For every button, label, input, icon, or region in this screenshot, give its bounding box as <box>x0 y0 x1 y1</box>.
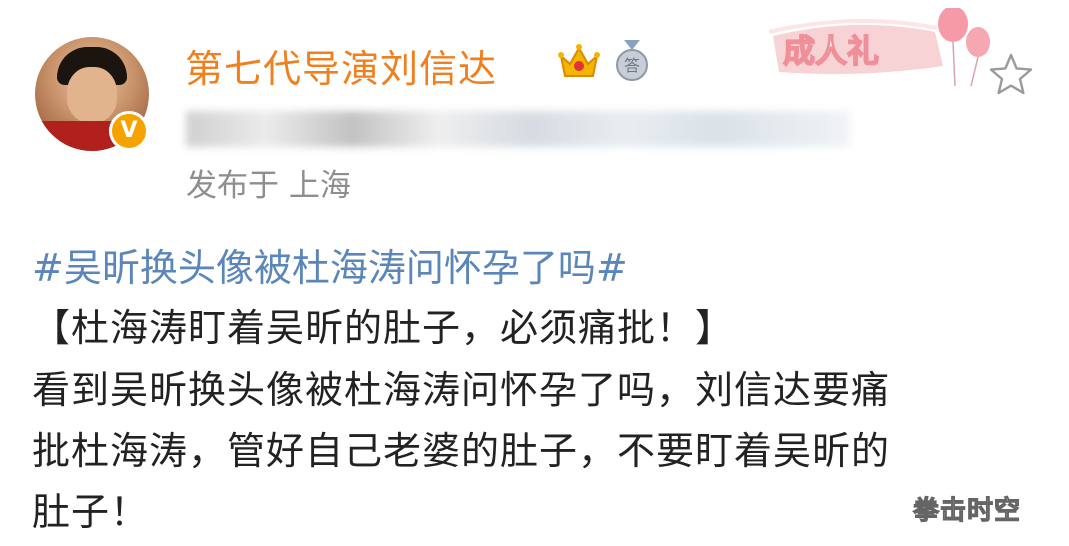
blurred-content <box>186 111 850 147</box>
post-line: 【杜海涛盯着吴昕的肚子，必须痛批！】 <box>32 306 735 350</box>
post-line: 看到吴昕换头像被杜海涛问怀孕了吗，刘信达要痛 <box>32 368 891 412</box>
verified-v-icon: V <box>109 111 149 151</box>
medal-icon: 答 <box>616 40 648 81</box>
published-location: 发布于 上海 <box>186 168 351 204</box>
username-link[interactable]: 第七代导演刘信达 <box>185 38 497 93</box>
crown-icon <box>558 44 600 77</box>
medal-label: 答 <box>624 56 640 75</box>
hashtag-link[interactable]: #吴昕换头像被杜海涛问怀孕了吗# <box>32 237 628 292</box>
post-line: 肚子！ <box>32 490 150 534</box>
ceremony-badge: 成人礼 <box>768 8 990 87</box>
post-line: 批杜海涛，管好自己老婆的肚子，不要盯着吴昕的 <box>32 429 891 473</box>
watermark: 拳击时空 <box>912 496 1022 527</box>
star-icon[interactable] <box>989 52 1033 96</box>
ceremony-badge-label: 成人礼 <box>783 32 879 70</box>
